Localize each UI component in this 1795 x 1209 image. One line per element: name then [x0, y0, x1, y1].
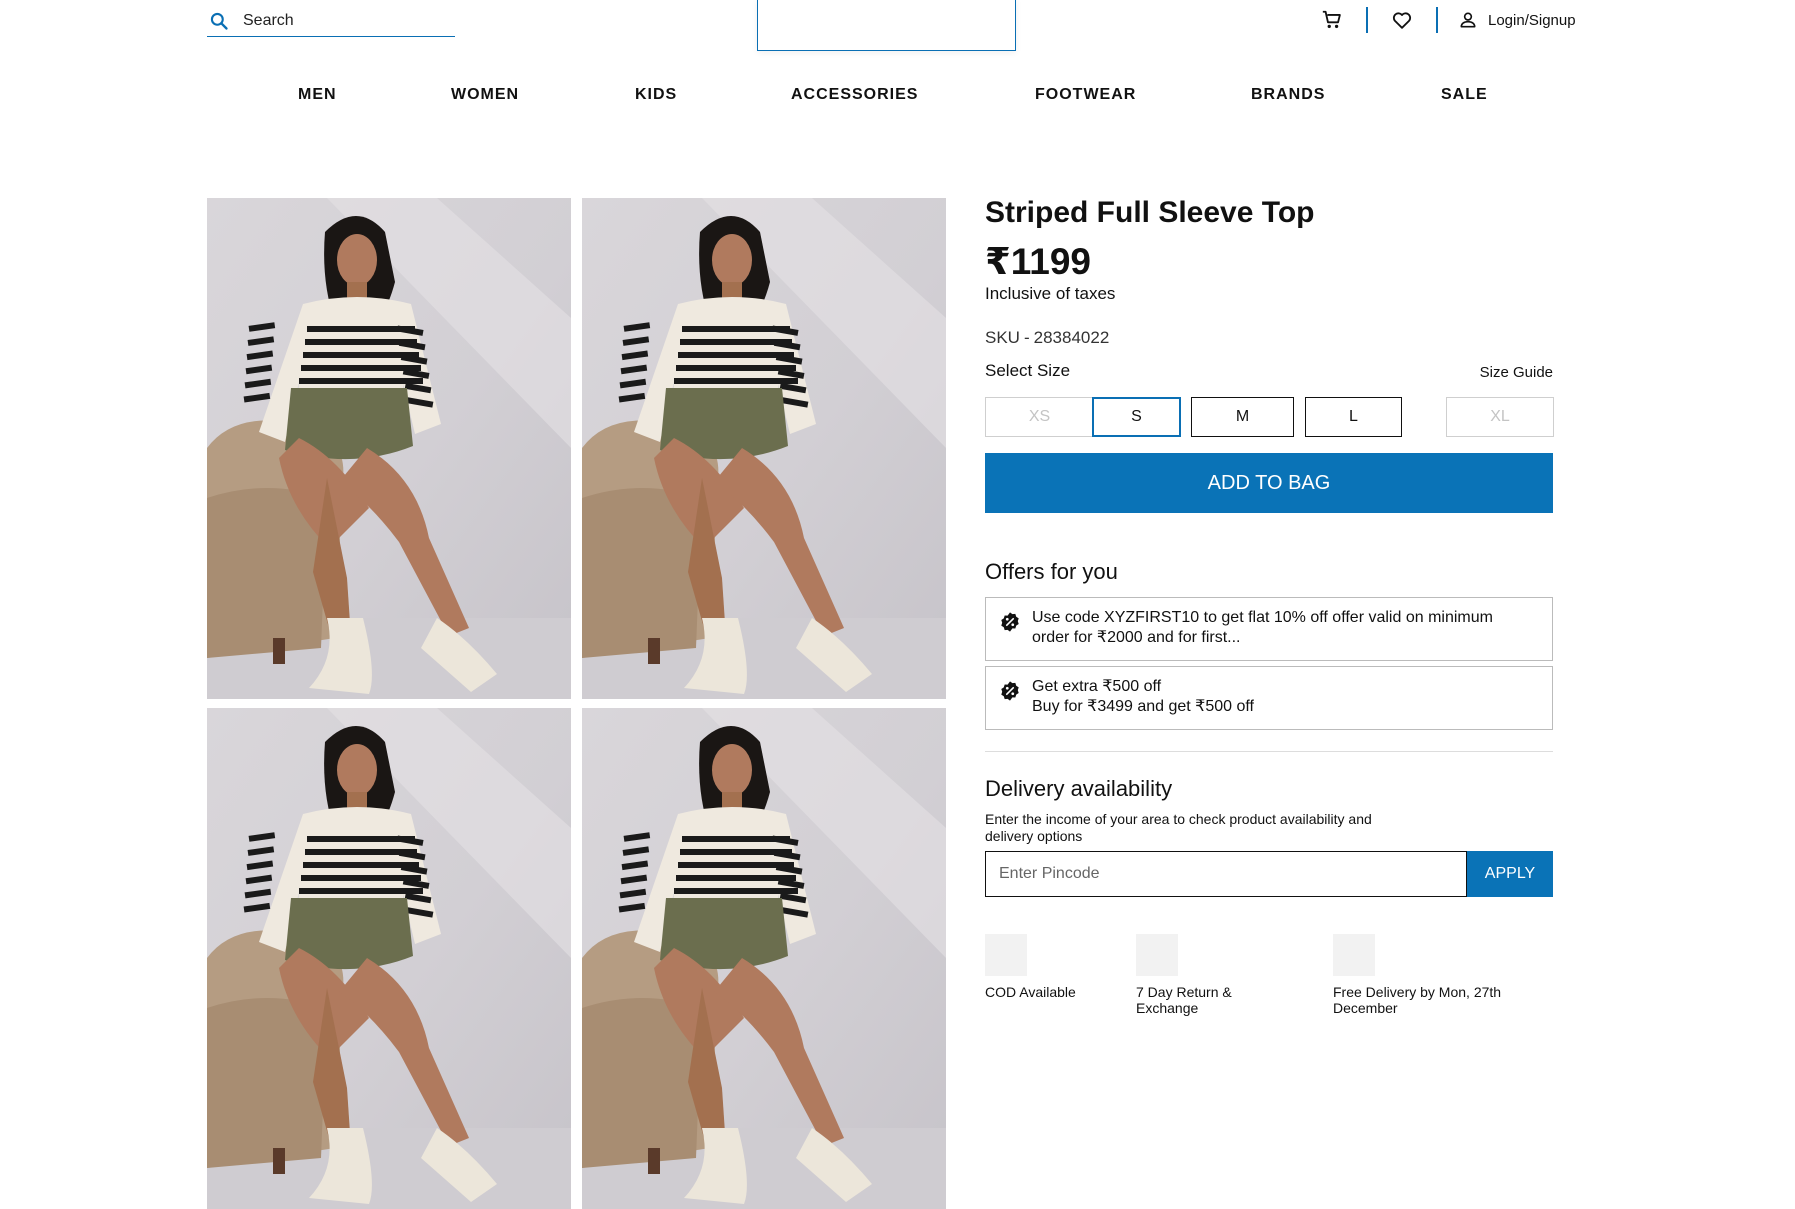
offer-text: Use code XYZFIRST10 to get flat 10% off …: [1032, 608, 1532, 648]
offer-line: Use code XYZFIRST10 to get flat 10% off …: [1032, 609, 1493, 626]
cod-icon: [985, 934, 1027, 976]
tax-note: Inclusive of taxes: [985, 284, 1116, 303]
nav-accessories[interactable]: ACCESSORIES: [791, 86, 918, 104]
cart-icon: [1322, 10, 1341, 29]
model-photo-illustration: [582, 708, 946, 1209]
select-size-label: Select Size: [985, 361, 1071, 380]
feature-return: 7 Day Return & Exchange: [1136, 934, 1256, 1016]
login-signup-link[interactable]: Login/Signup: [1458, 10, 1576, 30]
feature-label: 7 Day Return & Exchange: [1136, 984, 1232, 1016]
nav-brands[interactable]: BRANDS: [1251, 86, 1325, 104]
pincode-input[interactable]: [985, 851, 1467, 897]
feature-delivery: Free Delivery by Mon, 27th December: [1333, 934, 1543, 1016]
search-bar[interactable]: [207, 6, 455, 37]
sku-separator: -: [1023, 328, 1030, 347]
offer-text: Get extra ₹500 off Buy for ₹3499 and get…: [1032, 677, 1532, 717]
nav-footwear[interactable]: FOOTWEAR: [1035, 86, 1136, 104]
size-guide-link[interactable]: Size Guide: [1480, 364, 1553, 381]
main-nav: MEN WOMEN KIDS ACCESSORIES FOOTWEAR BRAN…: [0, 86, 1795, 110]
section-divider: [985, 751, 1553, 752]
offer-card: Use code XYZFIRST10 to get flat 10% off …: [985, 597, 1553, 661]
delivery-truck-icon: [1333, 934, 1375, 976]
product-price: ₹1199: [985, 241, 1092, 282]
sku-label: SKU: [985, 328, 1020, 347]
size-option-m[interactable]: M: [1191, 397, 1294, 437]
header-divider: [1366, 7, 1368, 33]
feature-cod: COD Available: [985, 934, 1105, 1000]
search-icon[interactable]: [209, 11, 229, 31]
size-option-xs[interactable]: XS: [985, 397, 1094, 437]
model-photo-illustration: [207, 198, 571, 699]
discount-badge-icon: [1001, 612, 1019, 632]
user-icon: [1460, 12, 1476, 28]
return-exchange-icon: [1136, 934, 1178, 976]
cart-button[interactable]: [1318, 6, 1346, 34]
login-label: Login/Signup: [1488, 11, 1576, 29]
sku-value: 28384022: [1033, 328, 1110, 347]
add-to-bag-button[interactable]: ADD TO BAG: [985, 453, 1553, 513]
offer-line: Buy for ₹3499 and get ₹500 off: [1032, 698, 1254, 715]
wishlist-button[interactable]: [1388, 6, 1416, 34]
sku: SKU -28384022: [985, 328, 1109, 348]
nav-sale[interactable]: SALE: [1441, 86, 1488, 104]
offer-line: Get extra ₹500 off: [1032, 678, 1162, 695]
nav-men[interactable]: MEN: [298, 86, 337, 104]
feature-label: COD Available: [985, 984, 1076, 1000]
model-photo-illustration: [207, 708, 571, 1209]
delivery-title: Delivery availability: [985, 776, 1173, 801]
size-option-xl[interactable]: XL: [1446, 397, 1554, 437]
nav-women[interactable]: WOMEN: [451, 86, 519, 104]
feature-label: Free Delivery by Mon, 27th December: [1333, 984, 1502, 1016]
search-input[interactable]: [243, 12, 433, 30]
header-actions: Login/Signup: [1318, 4, 1576, 36]
product-image[interactable]: [582, 198, 946, 699]
header-divider: [1436, 7, 1438, 33]
offers-title: Offers for you: [985, 559, 1118, 584]
nav-kids[interactable]: KIDS: [635, 86, 677, 104]
size-option-l[interactable]: L: [1305, 397, 1402, 437]
offer-card: Get extra ₹500 off Buy for ₹3499 and get…: [985, 666, 1553, 730]
product-image[interactable]: [207, 708, 571, 1209]
discount-badge-icon: [1001, 681, 1019, 701]
apply-button[interactable]: APPLY: [1467, 851, 1553, 897]
product-image[interactable]: [207, 198, 571, 699]
offer-line: order for ₹2000 and for first...: [1032, 629, 1241, 646]
product-image[interactable]: [582, 708, 946, 1209]
model-photo-illustration: [582, 198, 946, 699]
product-title: Striped Full Sleeve Top: [985, 196, 1315, 229]
size-option-s[interactable]: S: [1092, 397, 1181, 437]
delivery-description: Enter the income of your area to check p…: [985, 811, 1372, 844]
logo-placeholder[interactable]: [757, 0, 1016, 51]
heart-icon: [1392, 12, 1412, 29]
